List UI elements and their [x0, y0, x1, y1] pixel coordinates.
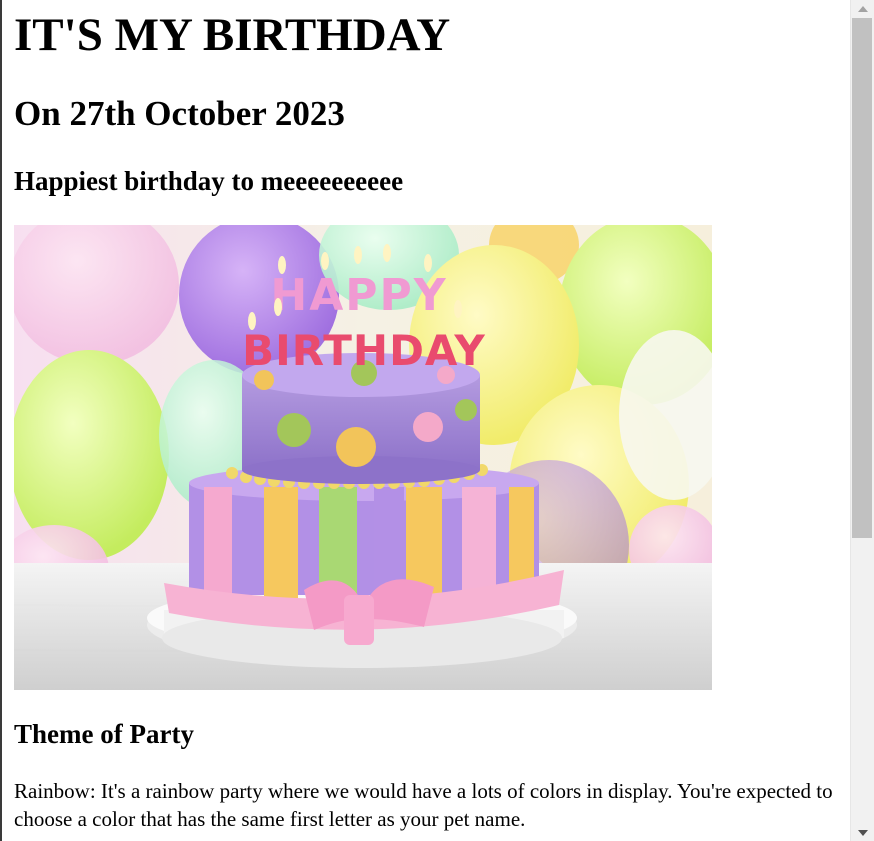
date-heading: On 27th October 2023: [14, 94, 345, 133]
triangle-up-icon: [857, 5, 868, 12]
candle-text-happy: HAPPY: [270, 270, 447, 321]
window-edge: [0, 0, 2, 841]
theme-description: Rainbow: It's a rainbow party where we w…: [14, 779, 833, 831]
greeting-heading: Happiest birthday to meeeeeeeeee: [14, 166, 404, 196]
candle-text-birthday: BIRTHDAY: [242, 326, 486, 375]
scrollbar-thumb[interactable]: [852, 18, 872, 538]
scroll-up-button[interactable]: [851, 0, 874, 17]
page-title: IT'S MY BIRTHDAY: [14, 9, 451, 61]
scroll-down-button[interactable]: [851, 824, 874, 841]
browser-viewport: IT'S MY BIRTHDAY On 27th October 2023 Ha…: [0, 0, 874, 841]
theme-heading: Theme of Party: [14, 719, 194, 749]
birthday-cake-image: HAPPY BIRTHDAY: [14, 225, 712, 690]
triangle-down-icon: [857, 829, 868, 836]
vertical-scrollbar[interactable]: [850, 0, 874, 841]
